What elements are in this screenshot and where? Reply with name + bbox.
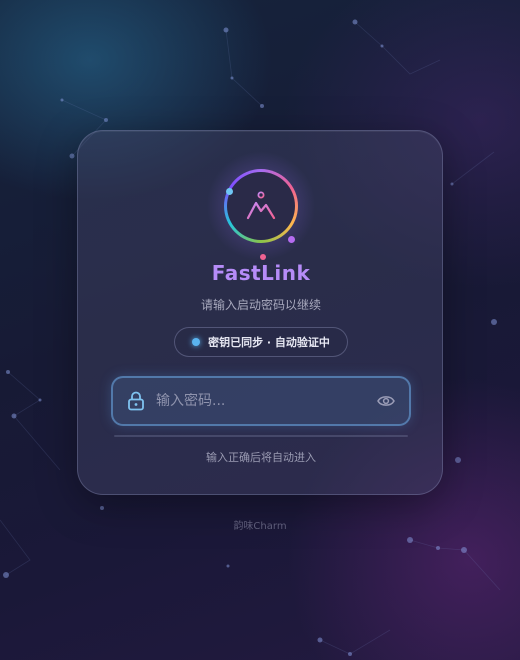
hint-text: 输入正确后将自动进入: [206, 451, 316, 464]
verification-progress-track: [114, 435, 408, 437]
status-dot: [192, 338, 201, 346]
status-text: 密钥已同步 · 自动验证中: [208, 336, 330, 349]
password-input[interactable]: [156, 393, 377, 409]
login-card: FastLink 请输入启动密码以继续 密钥已同步 · 自动验证中 输入正确后将…: [77, 130, 443, 495]
orbit-dot-pink: [260, 254, 266, 260]
logo-ring: [224, 169, 298, 243]
eye-icon[interactable]: [377, 394, 395, 408]
orbit-dot-purple: [288, 236, 295, 243]
password-field[interactable]: [111, 376, 411, 426]
orbit-dot-blue: [226, 188, 233, 195]
status-badge: 密钥已同步 · 自动验证中: [174, 327, 348, 357]
mountain-icon: [246, 191, 276, 220]
app-logo: [206, 151, 316, 261]
footer-brand: 韵味Charm: [233, 521, 287, 532]
subtitle: 请输入启动密码以继续: [200, 298, 321, 312]
app-title: FastLink: [211, 261, 311, 285]
lock-icon: [127, 391, 145, 411]
